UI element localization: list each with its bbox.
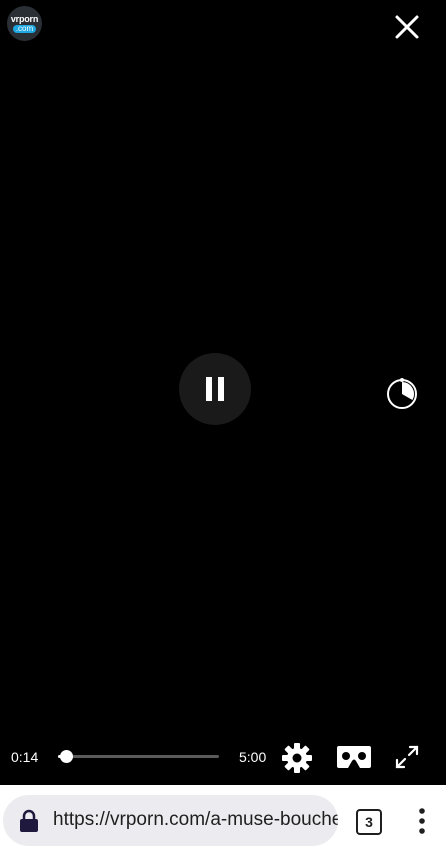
fullscreen-button[interactable] [395, 745, 419, 769]
gear-icon [282, 743, 312, 773]
fullscreen-icon [395, 745, 419, 769]
address-bar[interactable]: https://vrporn.com/a-muse-bouche [3, 795, 338, 846]
vr-headset-icon [337, 746, 371, 768]
close-button[interactable] [394, 14, 420, 40]
compass-icon [387, 378, 417, 409]
close-icon [395, 15, 419, 39]
site-logo[interactable]: vrporn .com [7, 6, 42, 41]
current-time: 0:14 [11, 749, 39, 765]
browser-toolbar: https://vrporn.com/a-muse-bouche 3 [0, 785, 446, 859]
vr-mode-button[interactable] [336, 744, 372, 770]
browser-menu-button[interactable] [412, 807, 432, 835]
lock-icon[interactable] [18, 809, 40, 833]
settings-button[interactable] [281, 742, 313, 774]
pause-icon [206, 377, 224, 401]
logo-text-top: vrporn [10, 13, 39, 24]
kebab-menu-icon [419, 808, 425, 834]
logo-text-bottom: .com [12, 24, 37, 33]
view-orientation-button[interactable] [386, 377, 418, 409]
url-text: https://vrporn.com/a-muse-bouche [53, 809, 338, 830]
screen: vrporn .com 0:14 5:00 https://vrporn.com… [0, 0, 446, 859]
total-time: 5:00 [239, 749, 267, 765]
player-controls: 0:14 5:00 [0, 738, 446, 778]
video-player[interactable]: vrporn .com 0:14 5:00 [0, 0, 446, 785]
seek-bar[interactable] [58, 750, 219, 763]
tab-count: 3 [365, 814, 373, 830]
tab-switcher-button[interactable]: 3 [356, 809, 382, 835]
pause-button[interactable] [179, 353, 251, 425]
seek-bar-handle[interactable] [59, 750, 73, 763]
